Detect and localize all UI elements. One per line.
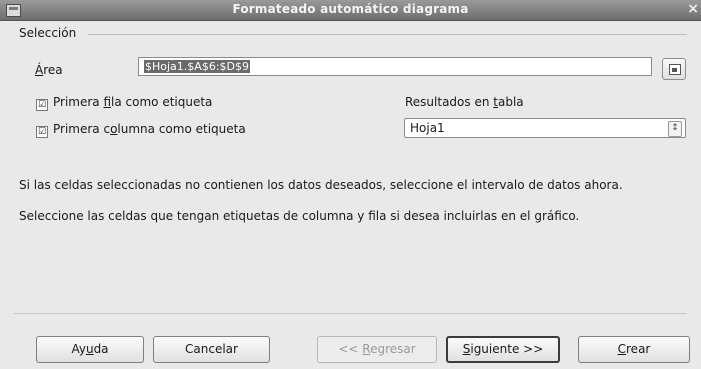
area-value: $Hoja1.$A$6:$D$9 [144,60,250,73]
window-title: Formateado automático diagrama [232,2,469,16]
checkbox-icon[interactable]: ☑ [36,99,48,111]
area-input[interactable]: $Hoja1.$A$6:$D$9 [138,57,652,76]
section-label: Selección [19,26,77,40]
close-icon[interactable]: × [687,1,699,17]
shrink-icon [669,64,681,75]
results-table-select[interactable]: Hoja1 ↕ [404,118,686,138]
checkbox-first-column[interactable]: ☑ Primera columna como etiqueta [36,122,246,138]
shrink-button[interactable] [662,58,686,80]
results-in-table-label: Resultados en tabla [405,95,524,109]
checkbox-icon[interactable]: ☑ [36,126,48,138]
cancel-button[interactable]: Cancelar [153,336,270,363]
title-bar: Formateado automático diagrama × [0,0,701,21]
checkbox-first-row-label: Primera fila como etiqueta [53,95,213,109]
results-table-value: Hoja1 [410,121,445,135]
section-divider [88,34,687,35]
footer-divider [14,313,687,314]
help-button[interactable]: Ayuda [36,336,144,363]
spin-icon[interactable]: ↕ [668,121,682,137]
next-button[interactable]: Siguiente >> [446,336,560,363]
checkbox-first-row[interactable]: ☑ Primera fila como etiqueta [36,95,212,111]
create-button[interactable]: Crear [578,336,690,363]
info-text-2: Seleccione las celdas que tengan etiquet… [19,209,580,223]
area-label: Área [35,63,63,77]
info-text-1: Si las celdas seleccionadas no contienen… [19,178,623,192]
checkbox-first-column-label: Primera columna como etiqueta [53,122,246,136]
back-button[interactable]: << Regresar [317,336,437,363]
